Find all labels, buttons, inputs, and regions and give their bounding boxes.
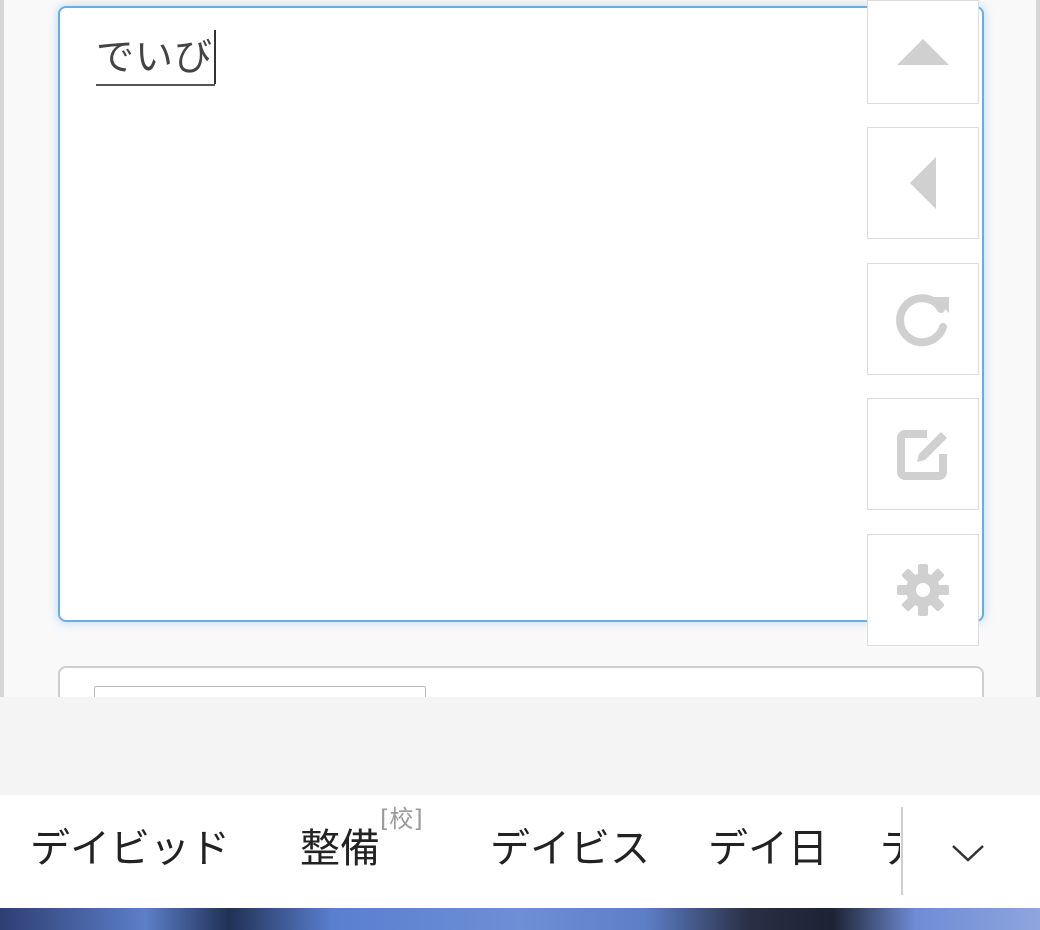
text-editor[interactable]: でいび <box>58 6 984 622</box>
text-caret <box>214 30 216 84</box>
candidate-2[interactable]: 整備 <box>300 823 380 875</box>
gear-icon <box>897 564 949 616</box>
scroll-up-button[interactable] <box>867 0 979 104</box>
candidate-2-note: [校] <box>380 805 423 833</box>
chevron-down-icon <box>952 845 984 862</box>
keyboard-top-area <box>0 697 1040 795</box>
edit-button[interactable] <box>867 398 979 510</box>
settings-button[interactable] <box>867 534 979 646</box>
secondary-input[interactable] <box>94 686 426 697</box>
page-background: でいび <box>0 0 1040 697</box>
candidate-4[interactable]: デイ日 <box>708 823 828 875</box>
back-button[interactable] <box>867 127 979 239</box>
candidate-3[interactable]: デイビス <box>490 823 650 875</box>
keyboard-background-image <box>0 908 1040 930</box>
triangle-left-icon <box>910 157 936 209</box>
edit-icon <box>897 430 947 480</box>
triangle-up-icon <box>897 39 949 65</box>
candidate-5[interactable]: デ <box>880 823 900 875</box>
page-left-border <box>0 0 4 697</box>
composition-text: でいび <box>96 30 216 86</box>
candidate-bar: デイビッド 整備 [校] デイビス デイ日 デ <box>0 795 1040 908</box>
refresh-button[interactable] <box>867 263 979 375</box>
refresh-icon <box>896 294 949 347</box>
expand-candidates-button[interactable] <box>938 833 998 873</box>
secondary-panel <box>58 666 984 697</box>
candidate-divider <box>901 807 903 895</box>
candidate-5-clip: デ <box>880 823 900 883</box>
candidate-1[interactable]: デイビッド <box>30 823 230 875</box>
page-right-border <box>1036 0 1040 697</box>
